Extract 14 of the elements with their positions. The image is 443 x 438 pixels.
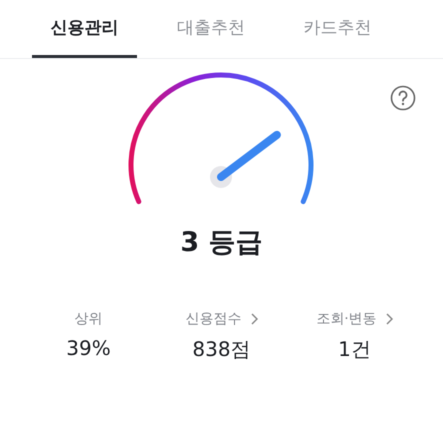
chevron-right-icon — [250, 313, 258, 325]
tab[interactable]: 카드추천 — [284, 0, 390, 58]
stat-value: 1건 — [338, 336, 371, 363]
credit-grade: 3 등급 — [180, 226, 263, 260]
stat-label: 상위 — [74, 310, 102, 328]
stat-link[interactable]: 신용점수 — [186, 310, 258, 328]
chevron-right-icon — [384, 313, 393, 325]
gauge-needle — [210, 130, 280, 188]
stat-value: 39% — [66, 336, 111, 360]
tab[interactable]: 신용관리 — [32, 0, 138, 58]
stat-link[interactable]: 조회·변동 — [316, 310, 393, 328]
tab[interactable]: 대출추천 — [158, 0, 264, 58]
help-icon[interactable] — [390, 85, 416, 111]
stat-value: 838점 — [192, 336, 251, 363]
